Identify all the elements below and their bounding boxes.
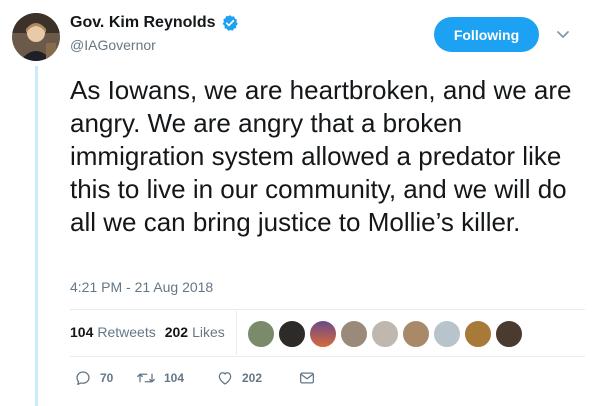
stats-separator <box>236 311 237 355</box>
name-row: Gov. Kim Reynolds <box>70 14 239 32</box>
like-button[interactable]: 202 <box>216 369 298 387</box>
liker-avatar[interactable] <box>433 320 461 348</box>
display-name[interactable]: Gov. Kim Reynolds <box>70 14 216 32</box>
liker-avatars <box>247 320 526 348</box>
retweet-count: 104 <box>164 371 185 385</box>
handle[interactable]: @IAGovernor <box>70 37 156 53</box>
divider <box>70 309 585 310</box>
retweets-stat[interactable]: 104 Retweets <box>70 324 156 340</box>
liker-avatar[interactable] <box>402 320 430 348</box>
retweets-count: 104 <box>70 324 94 340</box>
reply-count: 70 <box>100 371 114 385</box>
retweets-label: Retweets <box>97 324 156 340</box>
divider <box>70 356 585 357</box>
reply-button[interactable]: 70 <box>74 369 136 387</box>
like-count: 202 <box>242 371 263 385</box>
likes-label: Likes <box>192 324 225 340</box>
timestamp[interactable]: 4:21 PM - 21 Aug 2018 <box>70 279 213 295</box>
liker-avatar[interactable] <box>278 320 306 348</box>
chevron-down-icon[interactable] <box>555 26 571 42</box>
liker-avatar[interactable] <box>371 320 399 348</box>
direct-message-icon <box>299 372 315 384</box>
liker-avatar[interactable] <box>309 320 337 348</box>
verified-badge-icon <box>221 14 239 32</box>
likes-stat[interactable]: 202 Likes <box>165 324 225 340</box>
retweet-button[interactable]: 104 <box>136 369 216 387</box>
tweet-actions: 70 104 202 <box>74 369 324 387</box>
retweet-icon <box>137 373 155 383</box>
thread-line <box>35 66 38 406</box>
heart-icon <box>218 372 232 385</box>
tweet-text: As Iowans, we are heartbroken, and we ar… <box>70 75 572 237</box>
liker-avatar[interactable] <box>340 320 368 348</box>
engagement-stats: 104 Retweets 202 Likes <box>70 324 225 340</box>
following-button[interactable]: Following <box>434 17 539 52</box>
liker-avatar[interactable] <box>495 320 523 348</box>
direct-message-button[interactable] <box>298 369 324 387</box>
reply-icon <box>76 371 90 386</box>
avatar[interactable] <box>12 13 60 61</box>
liker-avatar[interactable] <box>247 320 275 348</box>
liker-avatar[interactable] <box>464 320 492 348</box>
likes-count: 202 <box>164 324 189 340</box>
